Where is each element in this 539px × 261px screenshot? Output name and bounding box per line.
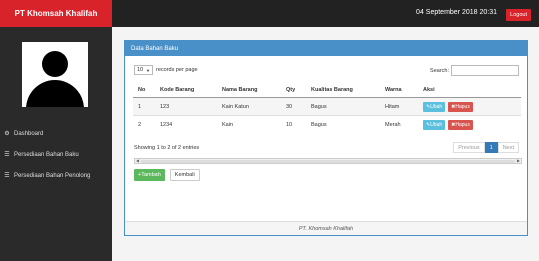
avatar bbox=[22, 42, 88, 107]
search-input[interactable] bbox=[451, 65, 519, 76]
dashboard-icon: ⚙ bbox=[4, 131, 10, 137]
main-content: Data Bahan Baku 10 ▼ records per page Se… bbox=[112, 27, 539, 261]
column-header[interactable]: Nama Barang bbox=[217, 83, 281, 98]
table-cell: Kain Katun bbox=[217, 97, 281, 116]
sidebar-item-label: Persediaan Bahan Baku bbox=[14, 152, 79, 158]
sidebar-item-bahan-penolong[interactable]: ☰ Persediaan Bahan Penolong bbox=[4, 171, 90, 181]
records-per-page-label: records per page bbox=[156, 67, 198, 73]
table-cell: Bagus bbox=[306, 115, 380, 134]
edit-label: Ubah bbox=[430, 121, 443, 128]
table-cell: Bagus bbox=[306, 97, 380, 116]
brand-title[interactable]: PT Khomsah Khalifah bbox=[0, 0, 112, 27]
edit-label: Ubah bbox=[430, 103, 443, 110]
column-header[interactable]: No bbox=[133, 83, 155, 98]
entries-info: Showing 1 to 2 of 2 entries bbox=[134, 145, 200, 151]
sidebar-item-label: Persediaan Bahan Penolong bbox=[14, 173, 91, 179]
sidebar: ⚙ Dashboard ☰ Persediaan Bahan Baku ☰ Pe… bbox=[0, 27, 112, 261]
datetime-display: 04 September 2018 20:31 bbox=[416, 9, 497, 16]
column-header[interactable]: Aksi bbox=[418, 83, 521, 98]
edit-button[interactable]: ✎Ubah bbox=[423, 119, 446, 130]
logout-button[interactable]: Logout bbox=[506, 9, 531, 21]
add-label: Tambah bbox=[141, 172, 161, 178]
table-cell: 10 bbox=[281, 115, 306, 134]
table-row: 1 123 Kain Katun 30 Bagus Hitam ✎Ubah ✖Ha… bbox=[133, 97, 521, 116]
action-cell: ✎Ubah ✖Hapus bbox=[418, 97, 521, 116]
edit-button[interactable]: ✎Ubah bbox=[423, 101, 446, 112]
list-icon: ☰ bbox=[4, 173, 10, 179]
panel-footer: PT. Khomsah Khalifah bbox=[125, 221, 527, 235]
avatar-body bbox=[26, 80, 84, 107]
search-box: Search: bbox=[430, 65, 519, 76]
table-cell: Hitam bbox=[380, 97, 418, 116]
panel-title: Data Bahan Baku bbox=[125, 41, 527, 56]
back-button[interactable]: Kembali bbox=[169, 169, 200, 181]
sidebar-item-bahan-baku[interactable]: ☰ Persediaan Bahan Baku bbox=[4, 150, 79, 160]
records-per-page-value: 10 bbox=[137, 67, 144, 73]
pagination-previous[interactable]: Previous bbox=[453, 142, 485, 153]
delete-label: Hapus bbox=[455, 103, 470, 110]
table-cell: Merah bbox=[380, 115, 418, 134]
table-cell: Kain bbox=[217, 115, 281, 134]
table-cell: 123 bbox=[155, 97, 217, 116]
action-cell: ✎Ubah ✖Hapus bbox=[418, 115, 521, 134]
pagination: Previous 1 Next bbox=[453, 142, 519, 153]
records-per-page-select[interactable]: 10 ▼ bbox=[134, 65, 153, 75]
column-header[interactable]: Kualitas Barang bbox=[306, 83, 380, 98]
avatar-head bbox=[42, 51, 68, 77]
table-row: 2 1234 Kain 10 Bagus Merah ✎Ubah ✖Hapus bbox=[133, 115, 521, 134]
top-navbar: PT Khomsah Khalifah 04 September 2018 20… bbox=[0, 0, 539, 27]
column-header[interactable]: Qty bbox=[281, 83, 306, 98]
horizontal-scrollbar[interactable]: ◀ ▶ bbox=[134, 158, 522, 164]
sidebar-item-label: Dashboard bbox=[14, 131, 44, 137]
table-cell: 2 bbox=[133, 115, 155, 134]
search-label: Search: bbox=[430, 67, 449, 74]
column-header[interactable]: Kode Barang bbox=[155, 83, 217, 98]
delete-label: Hapus bbox=[455, 121, 470, 128]
records-per-page: 10 ▼ records per page bbox=[134, 65, 198, 75]
scroll-right-icon[interactable]: ▶ bbox=[517, 158, 520, 163]
data-panel: Data Bahan Baku 10 ▼ records per page Se… bbox=[124, 40, 528, 236]
chevron-down-icon: ▼ bbox=[146, 67, 150, 73]
add-button[interactable]: + Tambah bbox=[134, 169, 165, 181]
data-table: No Kode Barang Nama Barang Qty Kualitas … bbox=[133, 83, 521, 134]
list-icon: ☰ bbox=[4, 152, 10, 158]
column-header[interactable]: Warna bbox=[380, 83, 418, 98]
table-cell: 1 bbox=[133, 97, 155, 116]
form-actions: + Tambah Kembali bbox=[134, 169, 200, 181]
table-header-row: No Kode Barang Nama Barang Qty Kualitas … bbox=[133, 83, 521, 98]
pagination-next[interactable]: Next bbox=[497, 142, 519, 153]
delete-button[interactable]: ✖Hapus bbox=[448, 119, 473, 130]
table-cell: 1234 bbox=[155, 115, 217, 134]
pagination-page[interactable]: 1 bbox=[484, 142, 498, 153]
scrollbar-thumb[interactable] bbox=[141, 160, 515, 163]
sidebar-item-dashboard[interactable]: ⚙ Dashboard bbox=[4, 129, 43, 139]
scroll-left-icon[interactable]: ◀ bbox=[136, 158, 139, 163]
table-cell: 30 bbox=[281, 97, 306, 116]
delete-button[interactable]: ✖Hapus bbox=[448, 101, 473, 112]
